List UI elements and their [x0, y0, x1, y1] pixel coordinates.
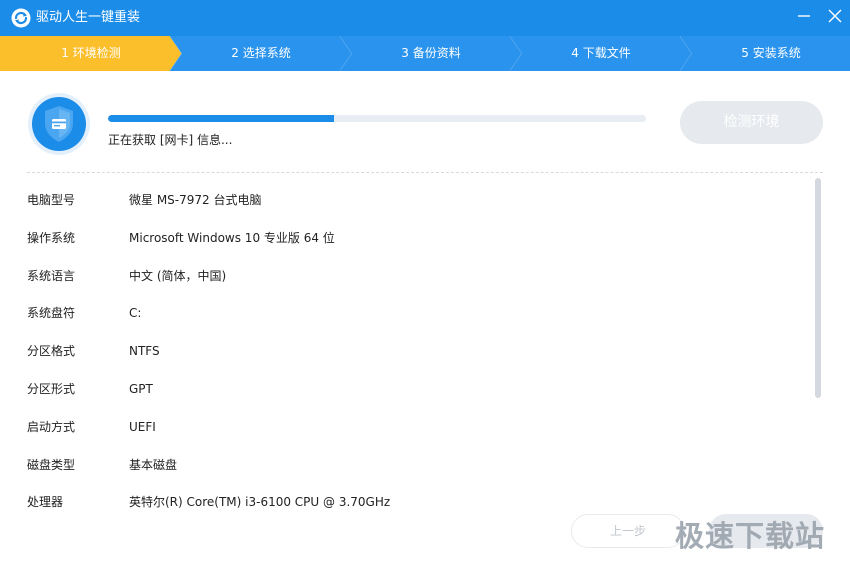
info-value: 微星 MS-7972 台式电脑	[129, 193, 262, 207]
step-bar: 1 环境检测 2 选择系统 3 备份资料 4 下载文件 5 安装系统	[0, 36, 850, 71]
refresh-logo-icon	[11, 8, 31, 28]
minimize-icon[interactable]	[792, 5, 816, 27]
info-label: 处理器	[27, 495, 64, 510]
info-label: 启动方式	[27, 419, 76, 434]
progress-fill	[108, 115, 334, 122]
info-row-os: 操作系统 Microsoft Windows 10 专业版 64 位	[27, 220, 807, 258]
info-row-partition-format: 分区格式 NTFS	[27, 333, 807, 371]
info-row-model: 电脑型号 微星 MS-7972 台式电脑	[27, 182, 807, 220]
info-row-system-drive: 系统盘符 C:	[27, 295, 807, 333]
info-label: 操作系统	[27, 230, 76, 245]
info-value: 英特尔(R) Core(TM) i3-6100 CPU @ 3.70GHz	[129, 495, 391, 510]
title-bar: 驱动人生一键重装	[0, 0, 850, 36]
shield-icon	[28, 93, 90, 155]
step-4-label: 4 下载文件	[571, 46, 631, 60]
info-label: 分区形式	[27, 381, 76, 396]
info-value: NTFS	[129, 344, 160, 359]
system-info-list: 电脑型号 微星 MS-7972 台式电脑 操作系统 Microsoft Window…	[27, 182, 807, 522]
detect-environment-button[interactable]: 检测环境	[680, 101, 823, 144]
info-label: 系统语言	[27, 268, 76, 283]
section-divider	[27, 172, 823, 173]
info-value: C:	[129, 306, 142, 321]
info-row-language: 系统语言 中文 (简体，中国)	[27, 258, 807, 296]
info-label: 分区格式	[27, 344, 76, 359]
step-3-label: 3 备份资料	[401, 46, 461, 60]
info-label: 磁盘类型	[27, 457, 76, 472]
info-value: 基本磁盘	[129, 457, 178, 472]
detection-progress-bar	[108, 115, 646, 122]
info-row-boot-mode: 启动方式 UEFI	[27, 409, 807, 447]
step-5-label: 5 安装系统	[741, 46, 801, 60]
step-1-label: 1 环境检测	[61, 46, 121, 60]
info-list-scrollbar[interactable]	[815, 178, 821, 398]
detection-status-text: 正在获取 [网卡] 信息...	[108, 133, 233, 147]
info-row-partition-style: 分区形式 GPT	[27, 371, 807, 409]
window-title: 驱动人生一键重装	[36, 10, 141, 25]
previous-step-button[interactable]: 上一步	[571, 514, 685, 548]
info-row-processor: 处理器 英特尔(R) Core(TM) i3-6100 CPU @ 3.70GHz	[27, 484, 807, 522]
step-2-label: 2 选择系统	[231, 46, 291, 60]
info-value: 中文 (简体，中国)	[129, 268, 227, 283]
info-label: 系统盘符	[27, 306, 76, 321]
info-value: UEFI	[129, 419, 156, 434]
info-row-disk-type: 磁盘类型 基本磁盘	[27, 447, 807, 485]
info-value: GPT	[129, 381, 153, 396]
close-icon[interactable]	[823, 5, 847, 27]
watermark-text: 极速下载站	[675, 519, 826, 553]
info-label: 电脑型号	[27, 193, 76, 207]
info-value: Microsoft Windows 10 专业版 64 位	[129, 230, 335, 245]
